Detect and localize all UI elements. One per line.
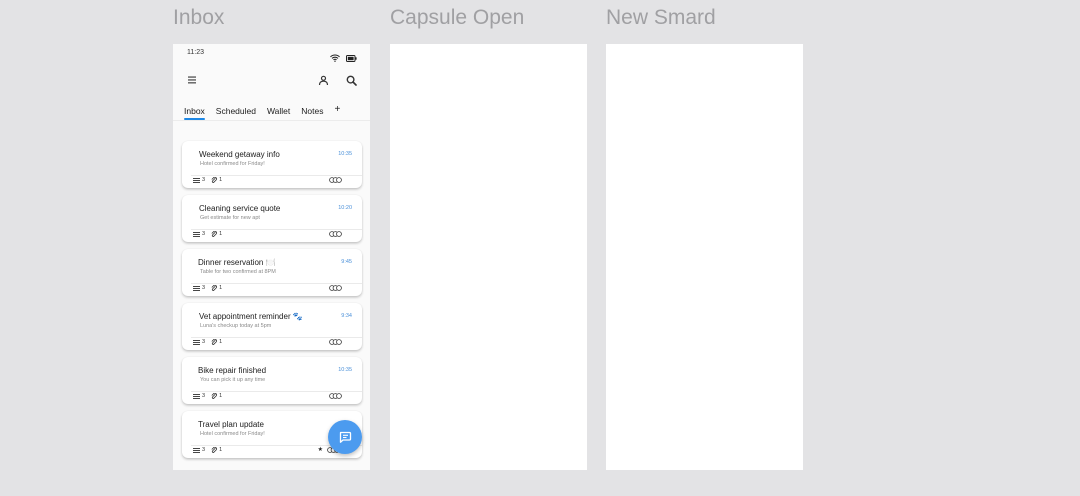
frame-title-inbox: Inbox	[173, 6, 225, 29]
card-attachment-count: 1	[219, 393, 223, 399]
avatar-group-icon	[329, 285, 342, 291]
chat-bubble-icon	[339, 431, 352, 443]
list-lines-icon	[193, 339, 200, 345]
card-divider	[191, 391, 362, 392]
card-subtitle: Hotel confirmed for Friday!	[200, 161, 265, 167]
card-time: 10:35	[338, 151, 352, 157]
tab-inbox[interactable]: Inbox	[184, 106, 205, 120]
paperclip-icon	[211, 177, 217, 183]
card-divider	[191, 175, 362, 176]
card-time: 10:35	[338, 367, 352, 373]
card-title: Cleaning service quote	[199, 204, 281, 213]
tab-wallet[interactable]: Wallet	[267, 106, 290, 120]
card-attachment-count: 1	[219, 231, 223, 237]
list-lines-icon	[193, 393, 200, 399]
frame-title-new-smard: New Smard	[606, 6, 716, 29]
card-subtitle: Get estimate for new apt	[200, 215, 260, 221]
card-time: 9:45	[341, 259, 352, 265]
card-line-count: 3	[202, 285, 206, 291]
card-title: Dinner reservation 🍽️	[198, 258, 276, 267]
list-lines-icon	[193, 231, 200, 237]
message-card[interactable]: Cleaning service quote Get estimate for …	[182, 195, 362, 242]
frame-title-capsule-open: Capsule Open	[390, 6, 525, 29]
card-time: 10:20	[338, 205, 352, 211]
compose-fab-button[interactable]	[328, 420, 362, 454]
card-attachment-count: 1	[219, 285, 223, 291]
new-smard-frame	[606, 44, 803, 470]
paperclip-icon	[211, 339, 217, 345]
inbox-phone-frame: 11:23 Inbox Scheduled Wallet Notes + Wee…	[173, 44, 370, 470]
battery-icon	[346, 49, 357, 67]
status-time: 11:23	[187, 49, 204, 56]
card-title: Travel plan update	[198, 420, 264, 429]
wifi-icon	[330, 49, 340, 67]
card-line-count: 3	[202, 177, 206, 183]
status-bar: 11:23	[173, 44, 370, 62]
card-divider	[191, 229, 362, 230]
hamburger-menu-icon[interactable]	[184, 72, 200, 88]
paperclip-icon	[211, 447, 217, 453]
person-icon[interactable]	[315, 72, 331, 88]
paperclip-icon	[211, 285, 217, 291]
card-subtitle: Luna's checkup today at 5pm	[200, 323, 272, 329]
card-divider	[191, 283, 362, 284]
card-attachment-count: 1	[219, 339, 223, 345]
add-tab-button[interactable]: +	[335, 105, 341, 115]
message-card[interactable]: Bike repair finished You can pick it up …	[182, 357, 362, 404]
tab-scheduled[interactable]: Scheduled	[216, 106, 256, 120]
list-lines-icon	[193, 177, 200, 183]
list-lines-icon	[193, 447, 200, 453]
app-bar	[173, 68, 370, 92]
search-icon[interactable]	[343, 72, 359, 88]
card-divider	[191, 337, 362, 338]
paperclip-icon	[211, 393, 217, 399]
card-attachment-count: 1	[219, 447, 223, 453]
paperclip-icon	[211, 231, 217, 237]
tabs-divider	[173, 120, 370, 121]
card-title: Vet appointment reminder 🐾	[199, 312, 303, 321]
card-subtitle: Table for two confirmed at 8PM	[200, 269, 276, 275]
list-lines-icon	[193, 285, 200, 291]
message-list: Weekend getaway info Hotel confirmed for…	[182, 141, 362, 465]
card-attachment-count: 1	[219, 177, 223, 183]
card-title: Weekend getaway info	[199, 150, 280, 159]
card-line-count: 3	[202, 231, 206, 237]
card-line-count: 3	[202, 393, 206, 399]
card-time: 9:34	[341, 313, 352, 319]
card-line-count: 3	[202, 339, 206, 345]
message-card[interactable]: Weekend getaway info Hotel confirmed for…	[182, 141, 362, 188]
star-icon[interactable]: ★	[318, 447, 323, 453]
message-card[interactable]: Dinner reservation 🍽️ Table for two conf…	[182, 249, 362, 296]
card-subtitle: Hotel confirmed for Friday!	[200, 431, 265, 437]
message-card[interactable]: Vet appointment reminder 🐾 Luna's checku…	[182, 303, 362, 350]
card-title: Bike repair finished	[198, 366, 267, 375]
avatar-group-icon	[329, 393, 342, 399]
avatar-group-icon	[329, 231, 342, 237]
card-subtitle: You can pick it up any time	[200, 377, 266, 383]
card-line-count: 3	[202, 447, 206, 453]
capsule-open-frame	[390, 44, 587, 470]
tab-notes[interactable]: Notes	[301, 106, 323, 120]
avatar-group-icon	[329, 177, 342, 183]
avatar-group-icon	[329, 339, 342, 345]
tab-bar: Inbox Scheduled Wallet Notes +	[184, 105, 341, 120]
